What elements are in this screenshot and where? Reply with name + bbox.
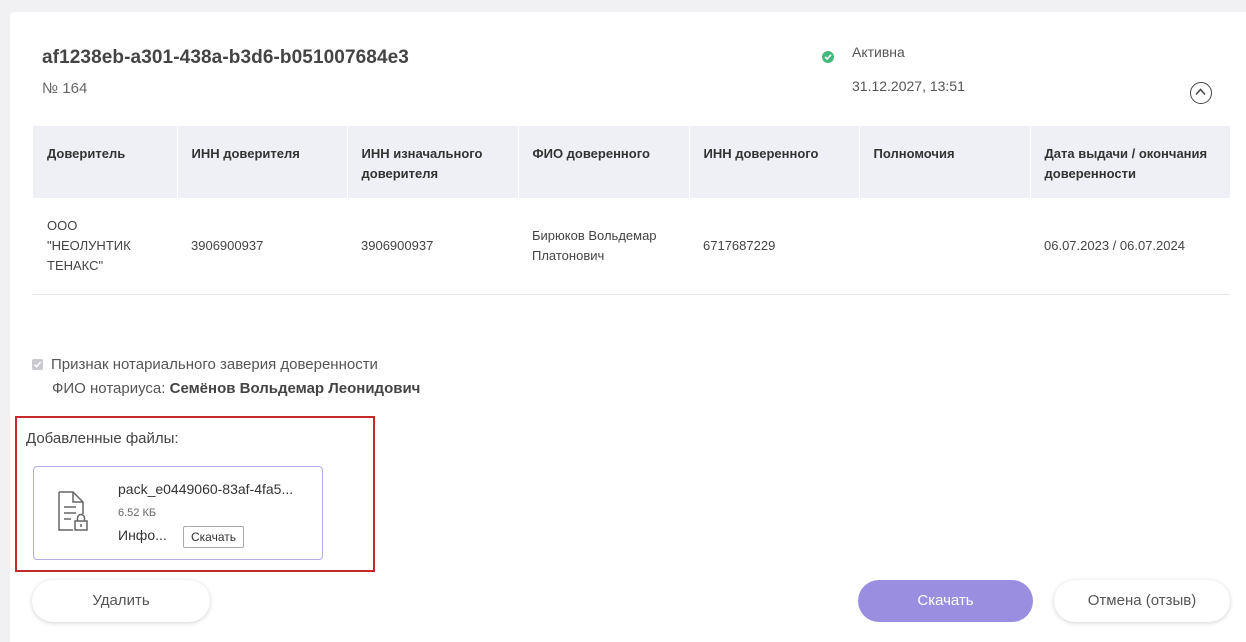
notary-name-label: ФИО нотариуса:: [52, 380, 166, 397]
locked-file-icon: [58, 491, 88, 531]
table-cell: 3906900937: [347, 198, 518, 295]
delete-button[interactable]: Удалить: [32, 580, 210, 622]
attorney-table: Доверитель ИНН доверителя ИНН изначально…: [33, 126, 1230, 295]
column-header: ИНН доверителя: [176, 126, 347, 198]
document-id: af1238eb-a301-438a-b3d6-b051007684e3: [42, 47, 409, 68]
chevron-up-icon: [1195, 88, 1206, 96]
notary-section: Признак нотариального заверия довереннос…: [32, 356, 420, 397]
table-cell: Бирюков Вольдемар Платонович: [518, 198, 689, 295]
column-header: ФИО доверенного: [517, 126, 689, 198]
file-download-button[interactable]: Скачать: [183, 526, 244, 548]
notary-checkbox-label: Признак нотариального заверия довереннос…: [51, 356, 378, 373]
table-cell: ООО "НЕОЛУНТИК ТЕНАКС": [33, 198, 177, 295]
files-title: Добавленные файлы:: [26, 430, 179, 447]
file-info-link[interactable]: Инфо...: [118, 527, 167, 543]
column-header: Полномочия: [858, 126, 1030, 198]
file-card: pack_e0449060-83af-4fa5... 6.52 КБ Инфо.…: [33, 466, 323, 560]
check-icon: [33, 361, 42, 368]
column-header: ИНН доверенного: [688, 126, 859, 198]
cancel-revoke-button[interactable]: Отмена (отзыв): [1054, 580, 1230, 622]
table-header-row: Доверитель ИНН доверителя ИНН изначально…: [33, 126, 1230, 198]
notary-checkbox[interactable]: [32, 359, 43, 370]
column-header: ИНН изначального доверителя: [346, 126, 518, 198]
table-cell: 6717687229: [689, 198, 859, 295]
notary-name-value: Семёнов Вольдемар Леонидович: [169, 380, 421, 397]
added-files-section: Добавленные файлы: pack_e0449060-83af-4f…: [15, 416, 375, 572]
file-size: 6.52 КБ: [118, 507, 157, 519]
status-label: Активна: [852, 44, 905, 60]
status-check-icon: [822, 51, 834, 63]
table-row: ООО "НЕОЛУНТИК ТЕНАКС" 3906900937 390690…: [33, 198, 1230, 295]
download-button[interactable]: Скачать: [858, 580, 1033, 622]
column-header: Дата выдачи / окончания доверенности: [1029, 126, 1230, 198]
collapse-button[interactable]: [1190, 82, 1212, 104]
table-cell: 3906900937: [177, 198, 347, 295]
table-cell: [859, 198, 1030, 295]
column-header: Доверитель: [33, 126, 177, 198]
status-date: 31.12.2027, 13:51: [852, 78, 965, 94]
table-cell: 06.07.2023 / 06.07.2024: [1030, 198, 1230, 295]
document-number: № 164: [42, 80, 88, 97]
file-name: pack_e0449060-83af-4fa5...: [118, 481, 294, 497]
